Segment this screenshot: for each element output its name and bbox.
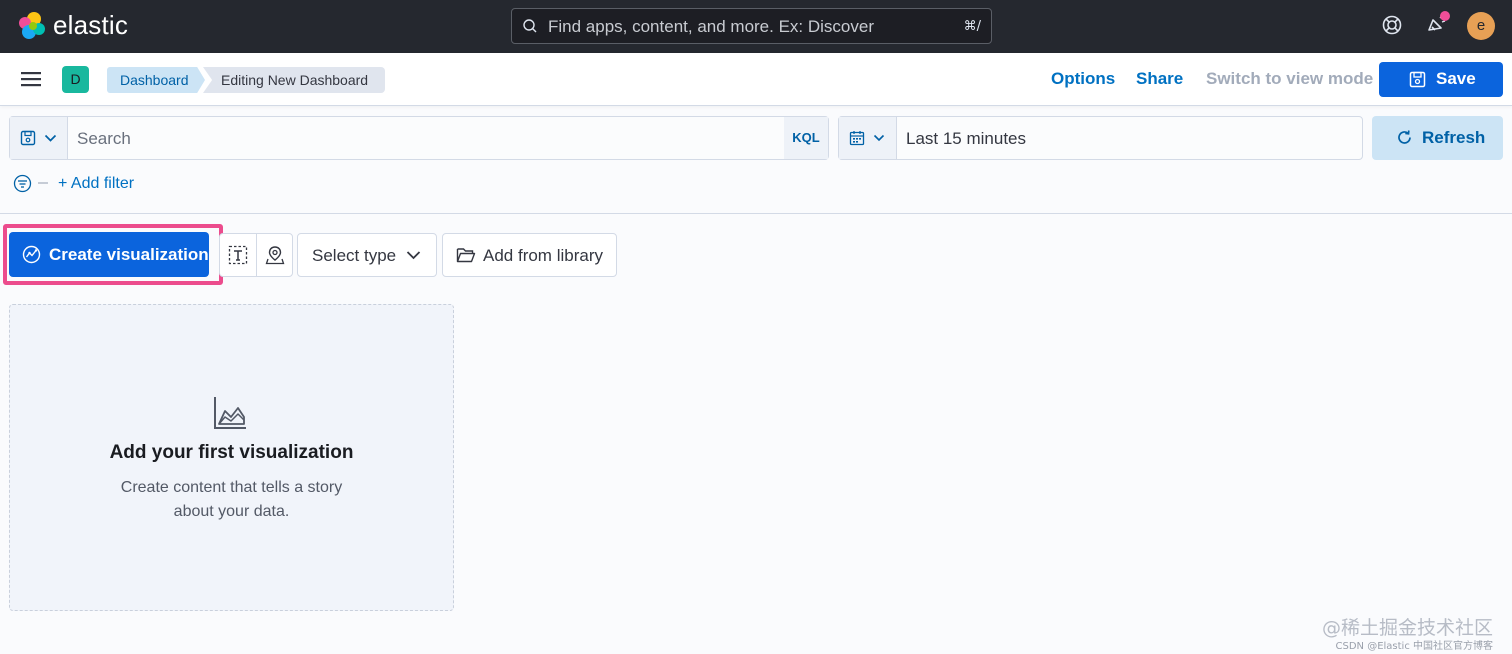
elastic-logo-icon[interactable] bbox=[17, 11, 47, 41]
options-link[interactable]: Options bbox=[1051, 69, 1115, 89]
help-icon[interactable] bbox=[1380, 13, 1404, 37]
notification-badge bbox=[1440, 11, 1450, 21]
switch-view-mode-link[interactable]: Switch to view mode bbox=[1206, 69, 1373, 89]
save-button[interactable]: Save bbox=[1379, 62, 1503, 97]
global-header: elastic Find apps, content, and more. Ex… bbox=[0, 0, 1512, 53]
time-range-display[interactable]: Last 15 minutes bbox=[906, 129, 1026, 149]
date-picker: Last 15 minutes bbox=[838, 116, 1363, 160]
search-input[interactable]: Search bbox=[77, 129, 131, 149]
select-type-dropdown[interactable]: Select type bbox=[297, 233, 437, 277]
chevron-down-icon bbox=[44, 134, 57, 142]
maps-icon[interactable] bbox=[265, 245, 285, 265]
query-language-toggle[interactable]: KQL bbox=[784, 117, 828, 159]
add-filter-link[interactable]: + Add filter bbox=[58, 175, 134, 193]
section-divider bbox=[0, 213, 1512, 214]
save-icon bbox=[1409, 71, 1426, 88]
watermark-secondary: CSDN @Elastic 中国社区官方博客 bbox=[1335, 641, 1494, 652]
refresh-icon bbox=[1398, 130, 1411, 144]
quick-select-button[interactable] bbox=[839, 117, 897, 159]
visualize-app-icon bbox=[22, 245, 41, 264]
saved-query-icon bbox=[20, 130, 36, 146]
breadcrumb-current: Editing New Dashboard bbox=[203, 67, 385, 93]
calendar-icon bbox=[849, 131, 865, 146]
save-button-label: Save bbox=[1436, 69, 1476, 88]
search-icon bbox=[523, 19, 537, 33]
refresh-button[interactable]: Refresh bbox=[1372, 116, 1503, 160]
filter-divider bbox=[38, 182, 48, 184]
saved-query-button[interactable] bbox=[10, 117, 68, 159]
create-visualization-label: Create visualization bbox=[49, 245, 209, 264]
text-panel-icon[interactable] bbox=[228, 245, 248, 265]
user-avatar[interactable]: e bbox=[1467, 12, 1495, 40]
app-header: D Dashboard Editing New Dashboard Option… bbox=[0, 53, 1512, 106]
keyboard-shortcut-badge: ⌘/ bbox=[963, 19, 981, 34]
quick-add-group bbox=[219, 233, 293, 277]
area-chart-icon bbox=[214, 397, 246, 429]
chevron-down-icon bbox=[873, 134, 885, 142]
query-bar: Search KQL bbox=[9, 116, 829, 160]
folder-open-icon bbox=[456, 248, 476, 263]
refresh-button-label: Refresh bbox=[1422, 128, 1486, 147]
select-type-label: Select type bbox=[312, 246, 397, 265]
watermark-primary: @稀土掘金技术社区 bbox=[1321, 617, 1493, 639]
add-from-library-button[interactable]: Add from library bbox=[442, 233, 617, 277]
empty-dashboard-panel: Add your first visualization Create cont… bbox=[9, 304, 454, 611]
button-separator bbox=[256, 234, 257, 276]
filter-options-icon[interactable] bbox=[13, 174, 32, 193]
global-search-placeholder: Find apps, content, and more. Ex: Discov… bbox=[548, 17, 874, 36]
empty-state-title: Add your first visualization bbox=[109, 442, 354, 463]
chevron-down-icon bbox=[406, 251, 421, 260]
brand-name[interactable]: elastic bbox=[53, 10, 128, 41]
add-from-library-label: Add from library bbox=[483, 246, 603, 265]
create-visualization-button[interactable]: Create visualization bbox=[9, 232, 209, 277]
space-avatar[interactable]: D bbox=[62, 66, 89, 93]
breadcrumb-dashboard[interactable]: Dashboard bbox=[107, 67, 205, 93]
global-search-input[interactable]: Find apps, content, and more. Ex: Discov… bbox=[511, 8, 992, 44]
empty-state-description: Create content that tells a story about … bbox=[120, 479, 343, 520]
hamburger-menu-icon[interactable] bbox=[21, 71, 41, 87]
share-link[interactable]: Share bbox=[1136, 69, 1183, 89]
